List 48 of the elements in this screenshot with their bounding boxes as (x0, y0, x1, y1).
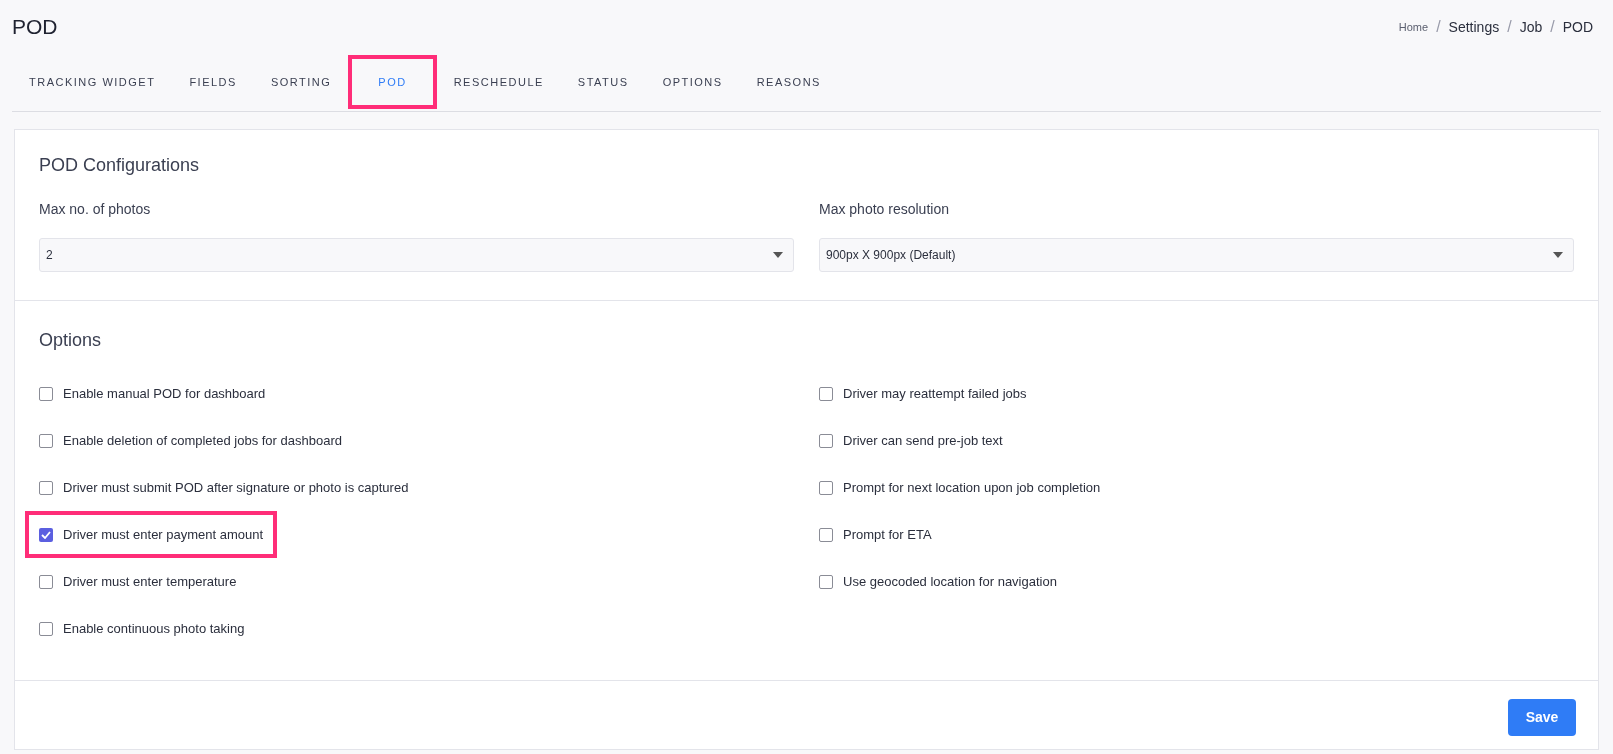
checkbox[interactable] (39, 433, 53, 448)
checkbox[interactable] (819, 480, 833, 495)
checkbox[interactable] (39, 621, 53, 636)
checkbox-option[interactable]: Driver must enter temperature (39, 558, 237, 605)
page-title: POD (12, 14, 58, 41)
dropdown-field[interactable]: 900px X 900px (Default) (819, 238, 1574, 272)
checkbox-option[interactable]: Driver can send pre-job text (819, 417, 1003, 464)
checkbox-option[interactable]: Driver must submit POD after signature or photo is captured (39, 464, 409, 511)
tab[interactable]: POD (348, 55, 437, 109)
checkbox[interactable] (819, 574, 833, 589)
caret-icon (773, 252, 783, 258)
checkbox-option[interactable]: Driver may reattempt failed jobs (819, 370, 1027, 417)
checkbox[interactable] (819, 527, 833, 542)
checkbox[interactable] (39, 574, 53, 589)
section-heading: Options (39, 329, 103, 352)
checkbox[interactable] (819, 433, 833, 448)
checkbox-option[interactable]: Driver must enter payment amount (25, 511, 278, 558)
section-heading: POD Configurations (39, 154, 201, 177)
breadcrumb-link[interactable]: Settings (1448, 16, 1500, 38)
caret-icon (1553, 252, 1563, 258)
tab[interactable]: SORTING (253, 55, 349, 109)
checkbox-option[interactable]: Use geocoded location for navigation (819, 558, 1057, 605)
dropdown-field[interactable]: 2 (39, 238, 794, 272)
tab[interactable]: RESCHEDULE (436, 55, 561, 109)
tab[interactable]: OPTIONS (645, 55, 740, 109)
breadcrumb-link[interactable]: Home (1398, 18, 1429, 36)
tab[interactable]: TRACKING WIDGET (12, 55, 173, 109)
checkbox[interactable] (39, 480, 53, 495)
tab[interactable]: REASONS (739, 55, 838, 109)
checkbox-option[interactable]: Enable manual POD for dashboard (39, 370, 266, 417)
checkbox-option[interactable]: Enable continuous photo taking (39, 605, 245, 652)
checkbox[interactable] (39, 527, 53, 542)
breadcrumb-separator: / (1507, 17, 1512, 37)
save-button[interactable]: Save (1508, 699, 1576, 736)
breadcrumb-separator: / (1550, 17, 1555, 37)
tab[interactable]: STATUS (560, 55, 646, 109)
field-label: Max no. of photos (39, 200, 152, 219)
breadcrumb-link[interactable]: Job (1519, 16, 1543, 38)
checkbox-option[interactable]: Prompt for next location upon job completion (819, 464, 1101, 511)
checkbox-option[interactable]: Prompt for ETA (819, 511, 932, 558)
breadcrumb-link[interactable]: POD (1562, 16, 1593, 38)
field-label: Max photo resolution (819, 200, 950, 219)
checkbox[interactable] (39, 386, 53, 401)
breadcrumb-separator: / (1436, 17, 1441, 37)
tab[interactable]: FIELDS (172, 55, 254, 109)
checkbox[interactable] (819, 386, 833, 401)
checkbox-option[interactable]: Enable deletion of completed jobs for dashboard (39, 417, 342, 464)
checkmark-icon (41, 530, 51, 539)
